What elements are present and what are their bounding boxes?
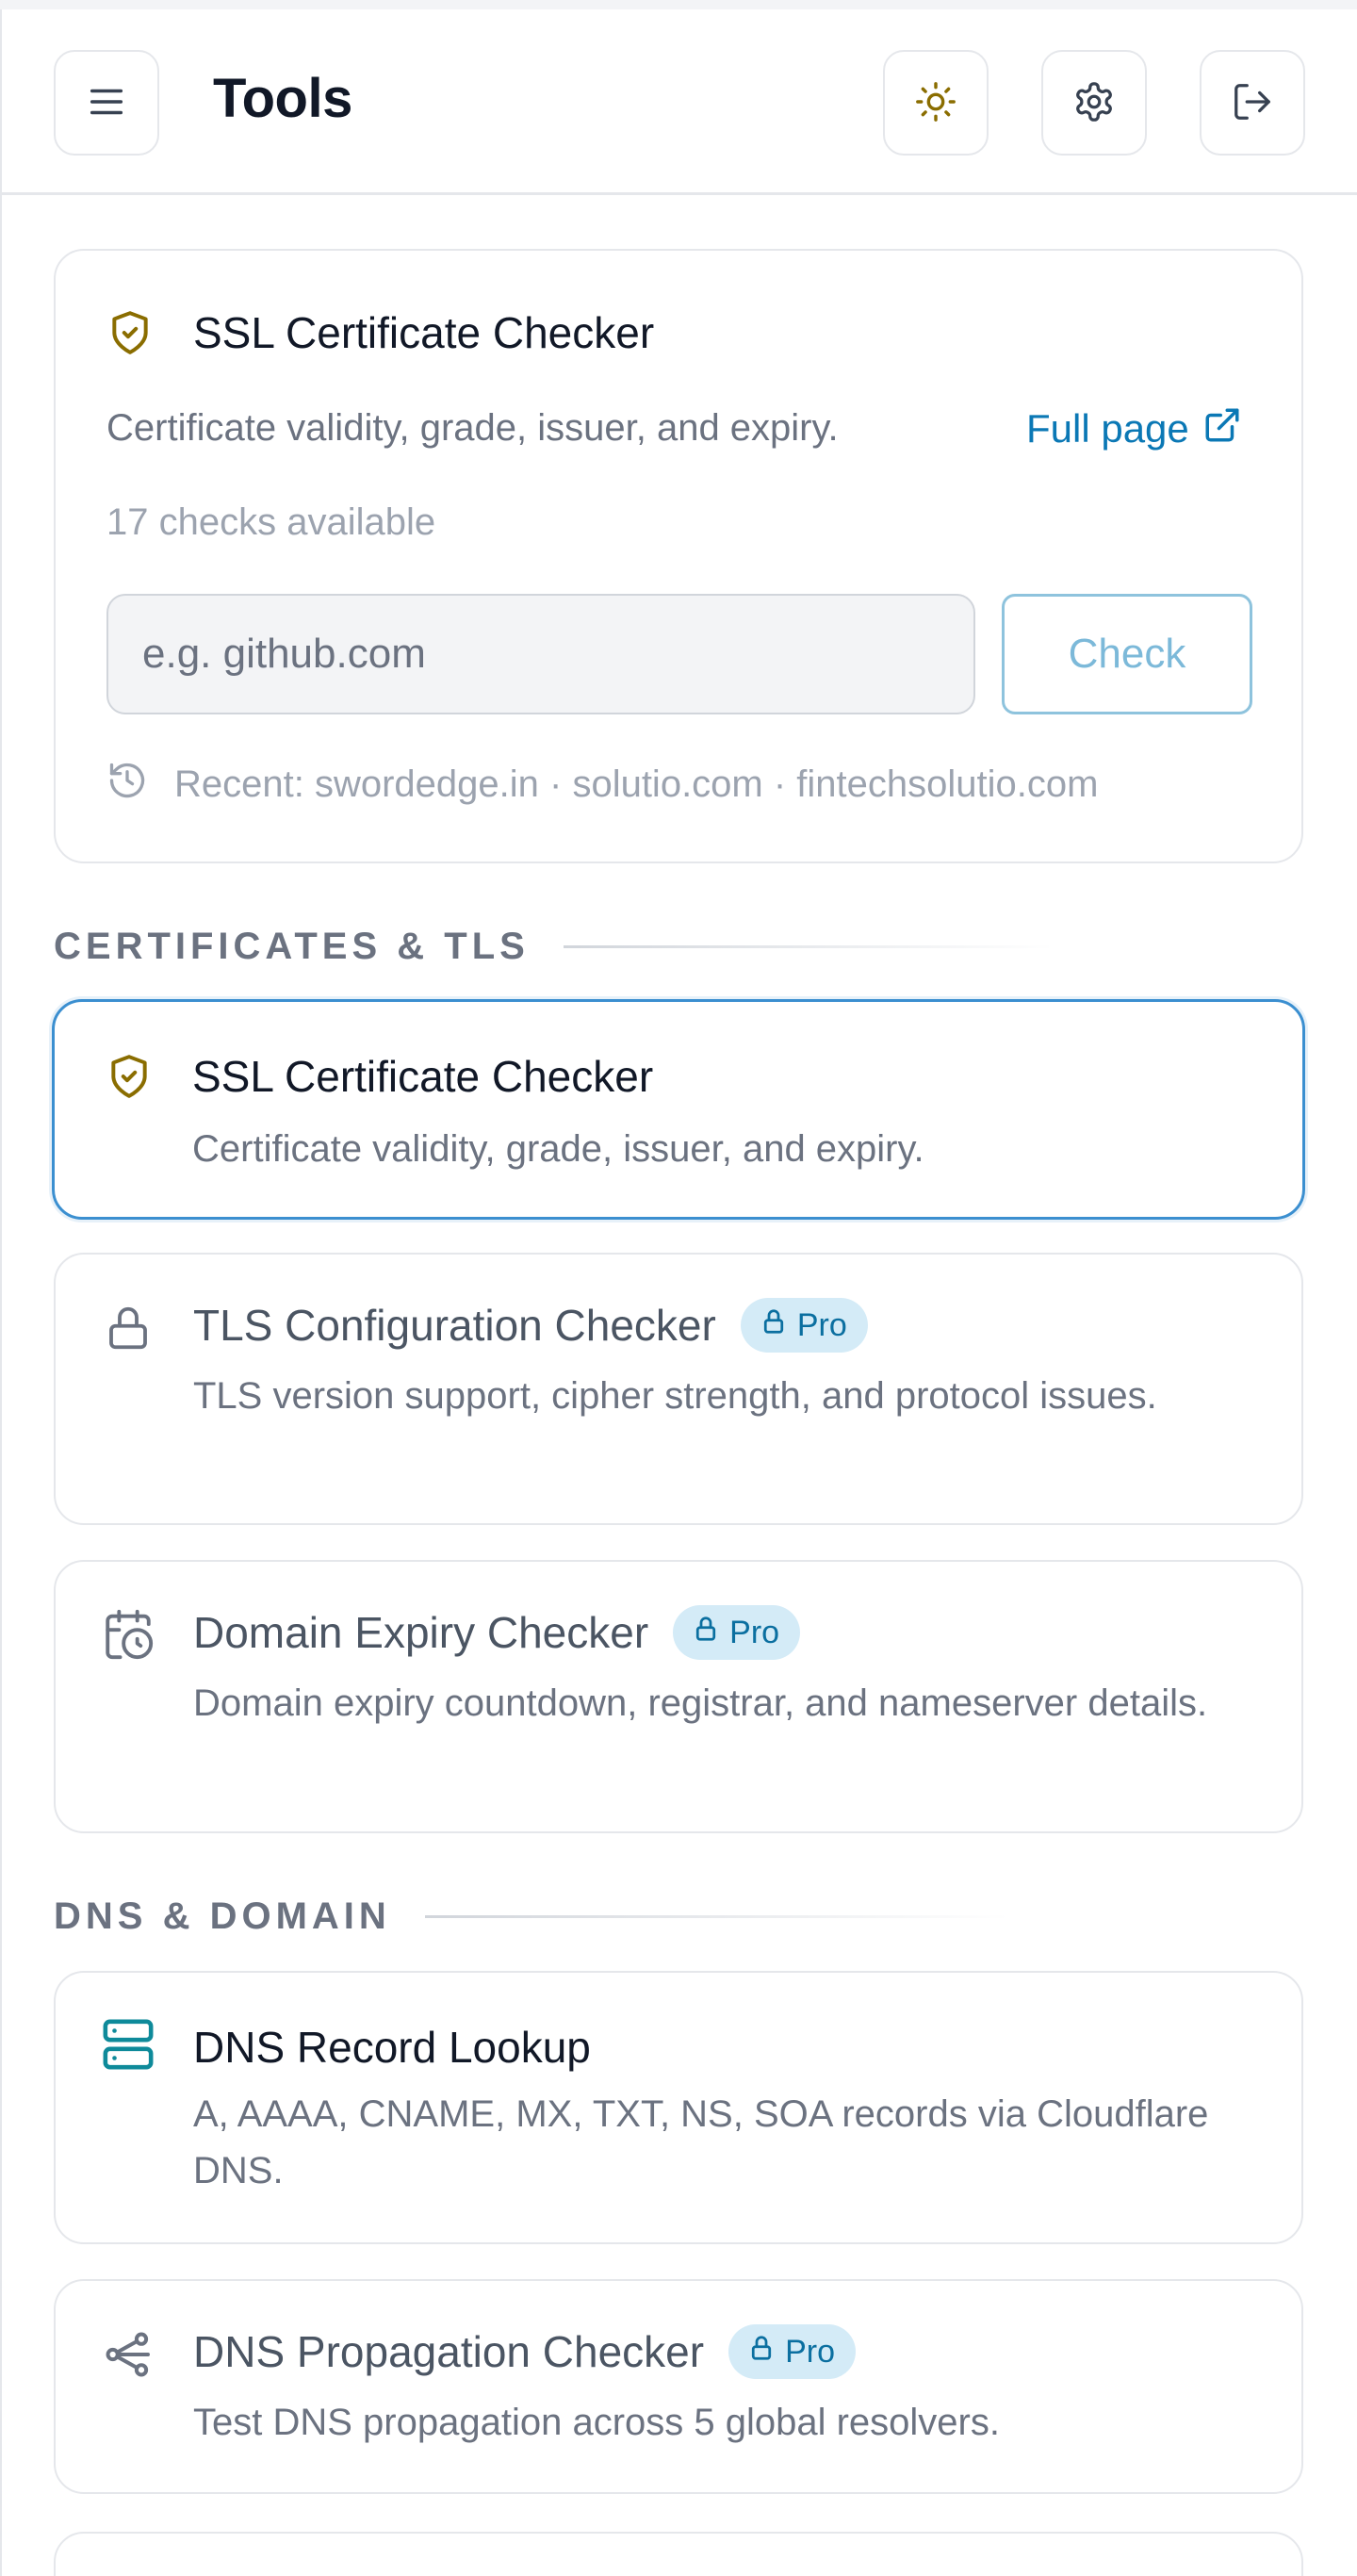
section-divider <box>563 944 1054 948</box>
lock-icon <box>747 2334 776 2371</box>
tool-title: DNS Propagation Checker <box>193 2327 705 2376</box>
domain-input[interactable] <box>106 594 975 714</box>
shield-check-icon <box>106 1051 153 1102</box>
recent-checks: Recent: swordedge.in · solutio.com · fin… <box>106 760 1098 808</box>
settings-button[interactable] <box>1041 50 1147 156</box>
tool-title: DNS Record Lookup <box>193 2023 591 2072</box>
shield-check-icon <box>106 307 154 358</box>
tool-description: Certificate validity, grade, issuer, and… <box>192 1128 924 1170</box>
section-divider <box>424 1914 1009 1918</box>
tool-card-domain-expiry-checker[interactable]: Domain Expiry Checker Pro Domain expiry … <box>54 1560 1303 1833</box>
history-icon <box>106 760 148 808</box>
network-icon <box>101 2328 155 2381</box>
section-header-dns-domain: DNS & DOMAIN <box>54 1897 1009 1935</box>
tool-description: Test DNS propagation across 5 global res… <box>193 2402 1000 2443</box>
theme-toggle-button[interactable] <box>883 50 989 156</box>
menu-button[interactable] <box>54 50 159 156</box>
tool-title-row: DNS Propagation Checker Pro <box>193 2324 856 2379</box>
logout-icon <box>1231 80 1274 126</box>
calendar-clock-icon <box>101 1607 155 1662</box>
tool-card-ssl-certificate-checker[interactable]: SSL Certificate Checker Certificate vali… <box>52 999 1305 1220</box>
pro-badge: Pro <box>673 1605 801 1660</box>
app-header: Tools <box>2 9 1357 195</box>
lock-icon <box>103 1302 154 1354</box>
tool-description: Domain expiry countdown, registrar, and … <box>193 1682 1208 1724</box>
full-page-label: Full page <box>1026 405 1189 451</box>
tool-card-dns-propagation-checker[interactable]: DNS Propagation Checker Pro Test DNS pro… <box>54 2279 1303 2494</box>
section-label: DNS & DOMAIN <box>54 1895 391 1937</box>
server-icon <box>101 2016 155 2073</box>
tool-title-row: TLS Configuration Checker Pro <box>193 1298 868 1353</box>
tool-title: SSL Certificate Checker <box>192 1052 654 1101</box>
logout-button[interactable] <box>1200 50 1305 156</box>
tool-description: A, AAAA, CNAME, MX, TXT, NS, SOA records… <box>193 2093 1209 2191</box>
tool-description: TLS version support, cipher strength, an… <box>193 1375 1157 1417</box>
lock-icon <box>692 1615 720 1651</box>
pro-badge: Pro <box>740 1298 868 1353</box>
tool-title: TLS Configuration Checker <box>193 1301 716 1350</box>
section-label: CERTIFICATES & TLS <box>54 926 530 967</box>
checks-available-count: 17 checks available <box>106 501 436 543</box>
tool-title: Domain Expiry Checker <box>193 1608 649 1657</box>
left-divider <box>0 9 2 2576</box>
gear-icon <box>1072 80 1116 126</box>
hamburger-menu-icon <box>85 80 128 126</box>
active-tool-description: Certificate validity, grade, issuer, and… <box>106 407 839 449</box>
pro-badge: Pro <box>728 2324 856 2379</box>
sun-icon <box>914 80 957 126</box>
tool-card-dns-record-lookup[interactable]: DNS Record Lookup A, AAAA, CNAME, MX, TX… <box>54 1971 1303 2244</box>
section-header-certificates: CERTIFICATES & TLS <box>54 927 1054 965</box>
lock-icon <box>760 1307 788 1344</box>
external-link-icon <box>1202 405 1242 451</box>
recent-checks-text[interactable]: Recent: swordedge.in · solutio.com · fin… <box>174 765 1098 803</box>
active-tool-card: SSL Certificate Checker Certificate vali… <box>54 249 1303 863</box>
check-button[interactable]: Check <box>1002 594 1252 714</box>
page-title: Tools <box>213 68 352 129</box>
tool-card-tls-configuration-checker[interactable]: TLS Configuration Checker Pro TLS versio… <box>54 1253 1303 1525</box>
tool-title-row: Domain Expiry Checker Pro <box>193 1605 801 1660</box>
active-tool-title: SSL Certificate Checker <box>193 308 655 357</box>
top-strip <box>0 0 1357 9</box>
pro-badge-label: Pro <box>729 1614 780 1650</box>
tool-card-next[interactable] <box>54 2532 1303 2576</box>
pro-badge-label: Pro <box>796 1306 847 1343</box>
full-page-link[interactable]: Full page <box>1026 405 1242 451</box>
pro-badge-label: Pro <box>785 2333 835 2370</box>
